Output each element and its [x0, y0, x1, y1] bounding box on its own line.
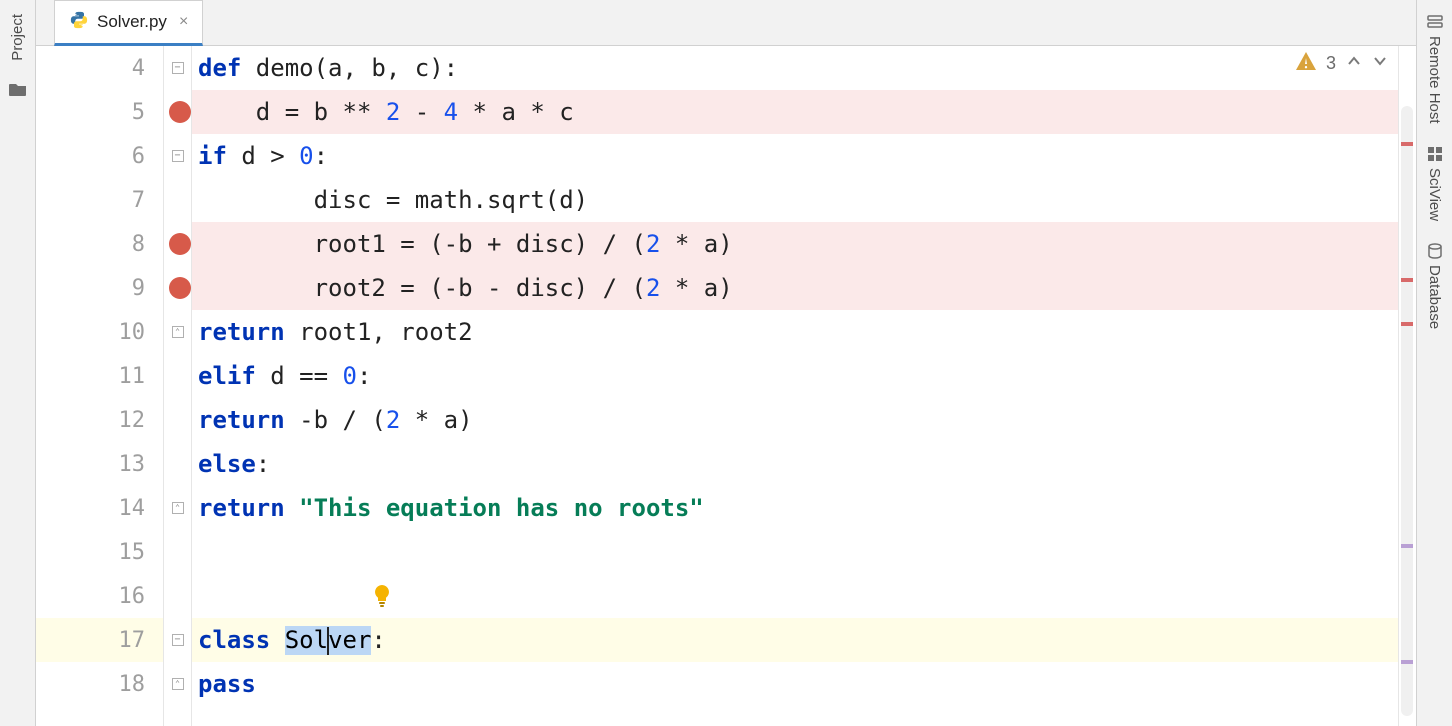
code-line[interactable]: root1 = (-b + disc) / (2 * a) — [192, 222, 1398, 266]
line-number: 12 — [119, 408, 146, 433]
sciview-icon — [1427, 146, 1443, 162]
code-line[interactable]: else: — [192, 442, 1398, 486]
fold-toggle-icon[interactable] — [172, 150, 184, 162]
fold-end-icon[interactable] — [172, 326, 184, 338]
selected-identifier: Solver — [285, 626, 372, 655]
code-area[interactable]: def demo(a, b, c): d = b ** 2 - 4 * a * … — [192, 46, 1398, 726]
intention-bulb-icon[interactable] — [372, 584, 392, 614]
database-icon — [1427, 243, 1443, 259]
stripe-error-mark[interactable] — [1401, 322, 1413, 326]
fold-end-icon[interactable] — [172, 502, 184, 514]
line-number: 14 — [119, 496, 146, 521]
database-tool-button[interactable]: Database — [1426, 243, 1443, 329]
fold-strip[interactable] — [164, 46, 192, 726]
error-stripe[interactable] — [1398, 46, 1416, 726]
line-number: 4 — [132, 56, 145, 81]
stripe-caret-mark[interactable] — [1401, 544, 1413, 548]
project-folder-icon[interactable] — [9, 81, 27, 100]
stripe-caret-mark[interactable] — [1401, 660, 1413, 664]
tab-close-button[interactable]: × — [179, 13, 188, 31]
breakpoint-icon[interactable] — [169, 233, 191, 255]
code-line[interactable]: return -b / (2 * a) — [192, 398, 1398, 442]
breakpoint-icon[interactable] — [169, 101, 191, 123]
scrollbar-track[interactable] — [1401, 106, 1413, 716]
line-number: 8 — [132, 232, 145, 257]
code-line[interactable]: pass — [192, 662, 1398, 706]
code-line[interactable]: return root1, root2 — [192, 310, 1398, 354]
code-line[interactable]: class Solver: — [192, 618, 1398, 662]
line-number: 7 — [132, 188, 145, 213]
code-line[interactable]: if d > 0: — [192, 134, 1398, 178]
line-number: 18 — [119, 672, 146, 697]
stripe-error-mark[interactable] — [1401, 278, 1413, 282]
code-line[interactable]: disc = math.sqrt(d) — [192, 178, 1398, 222]
remote-host-tool-button[interactable]: Remote Host — [1426, 14, 1443, 124]
ide-root: Project Solver.py × 3 — [0, 0, 1452, 726]
tab-filename: Solver.py — [97, 12, 167, 32]
line-number: 9 — [132, 276, 145, 301]
line-number: 15 — [119, 540, 146, 565]
project-tool-button[interactable]: Project — [9, 0, 26, 75]
line-number: 11 — [119, 364, 146, 389]
line-number: 16 — [119, 584, 146, 609]
line-number: 17 — [119, 628, 146, 653]
code-line[interactable]: d = b ** 2 - 4 * a * c — [192, 90, 1398, 134]
code-line[interactable]: return "This equation has no roots" — [192, 486, 1398, 530]
line-number: 10 — [119, 320, 146, 345]
line-number: 6 — [132, 144, 145, 169]
editor-tab-row: Solver.py × — [36, 0, 1416, 46]
editor-center: Solver.py × 3 4 5 — [36, 0, 1416, 726]
code-line[interactable]: elif d == 0: — [192, 354, 1398, 398]
editor: 3 4 5 6 7 8 9 10 11 12 13 14 — [36, 46, 1416, 726]
sciview-tool-button[interactable]: SciView — [1426, 146, 1443, 221]
fold-toggle-icon[interactable] — [172, 62, 184, 74]
right-tool-strip: Remote Host SciView Database — [1416, 0, 1452, 726]
line-number: 13 — [119, 452, 146, 477]
remote-host-icon — [1427, 14, 1443, 30]
breakpoint-icon[interactable] — [169, 277, 191, 299]
fold-toggle-icon[interactable] — [172, 634, 184, 646]
code-line[interactable] — [192, 530, 1398, 574]
line-number: 5 — [132, 100, 145, 125]
code-line[interactable]: def demo(a, b, c): — [192, 46, 1398, 90]
editor-tab-solver[interactable]: Solver.py × — [54, 0, 203, 46]
line-number-gutter[interactable]: 4 5 6 7 8 9 10 11 12 13 14 15 16 17 18 — [36, 46, 164, 726]
stripe-error-mark[interactable] — [1401, 142, 1413, 146]
python-file-icon — [69, 10, 89, 35]
left-tool-strip: Project — [0, 0, 36, 726]
fold-end-icon[interactable] — [172, 678, 184, 690]
code-line[interactable]: root2 = (-b - disc) / (2 * a) — [192, 266, 1398, 310]
